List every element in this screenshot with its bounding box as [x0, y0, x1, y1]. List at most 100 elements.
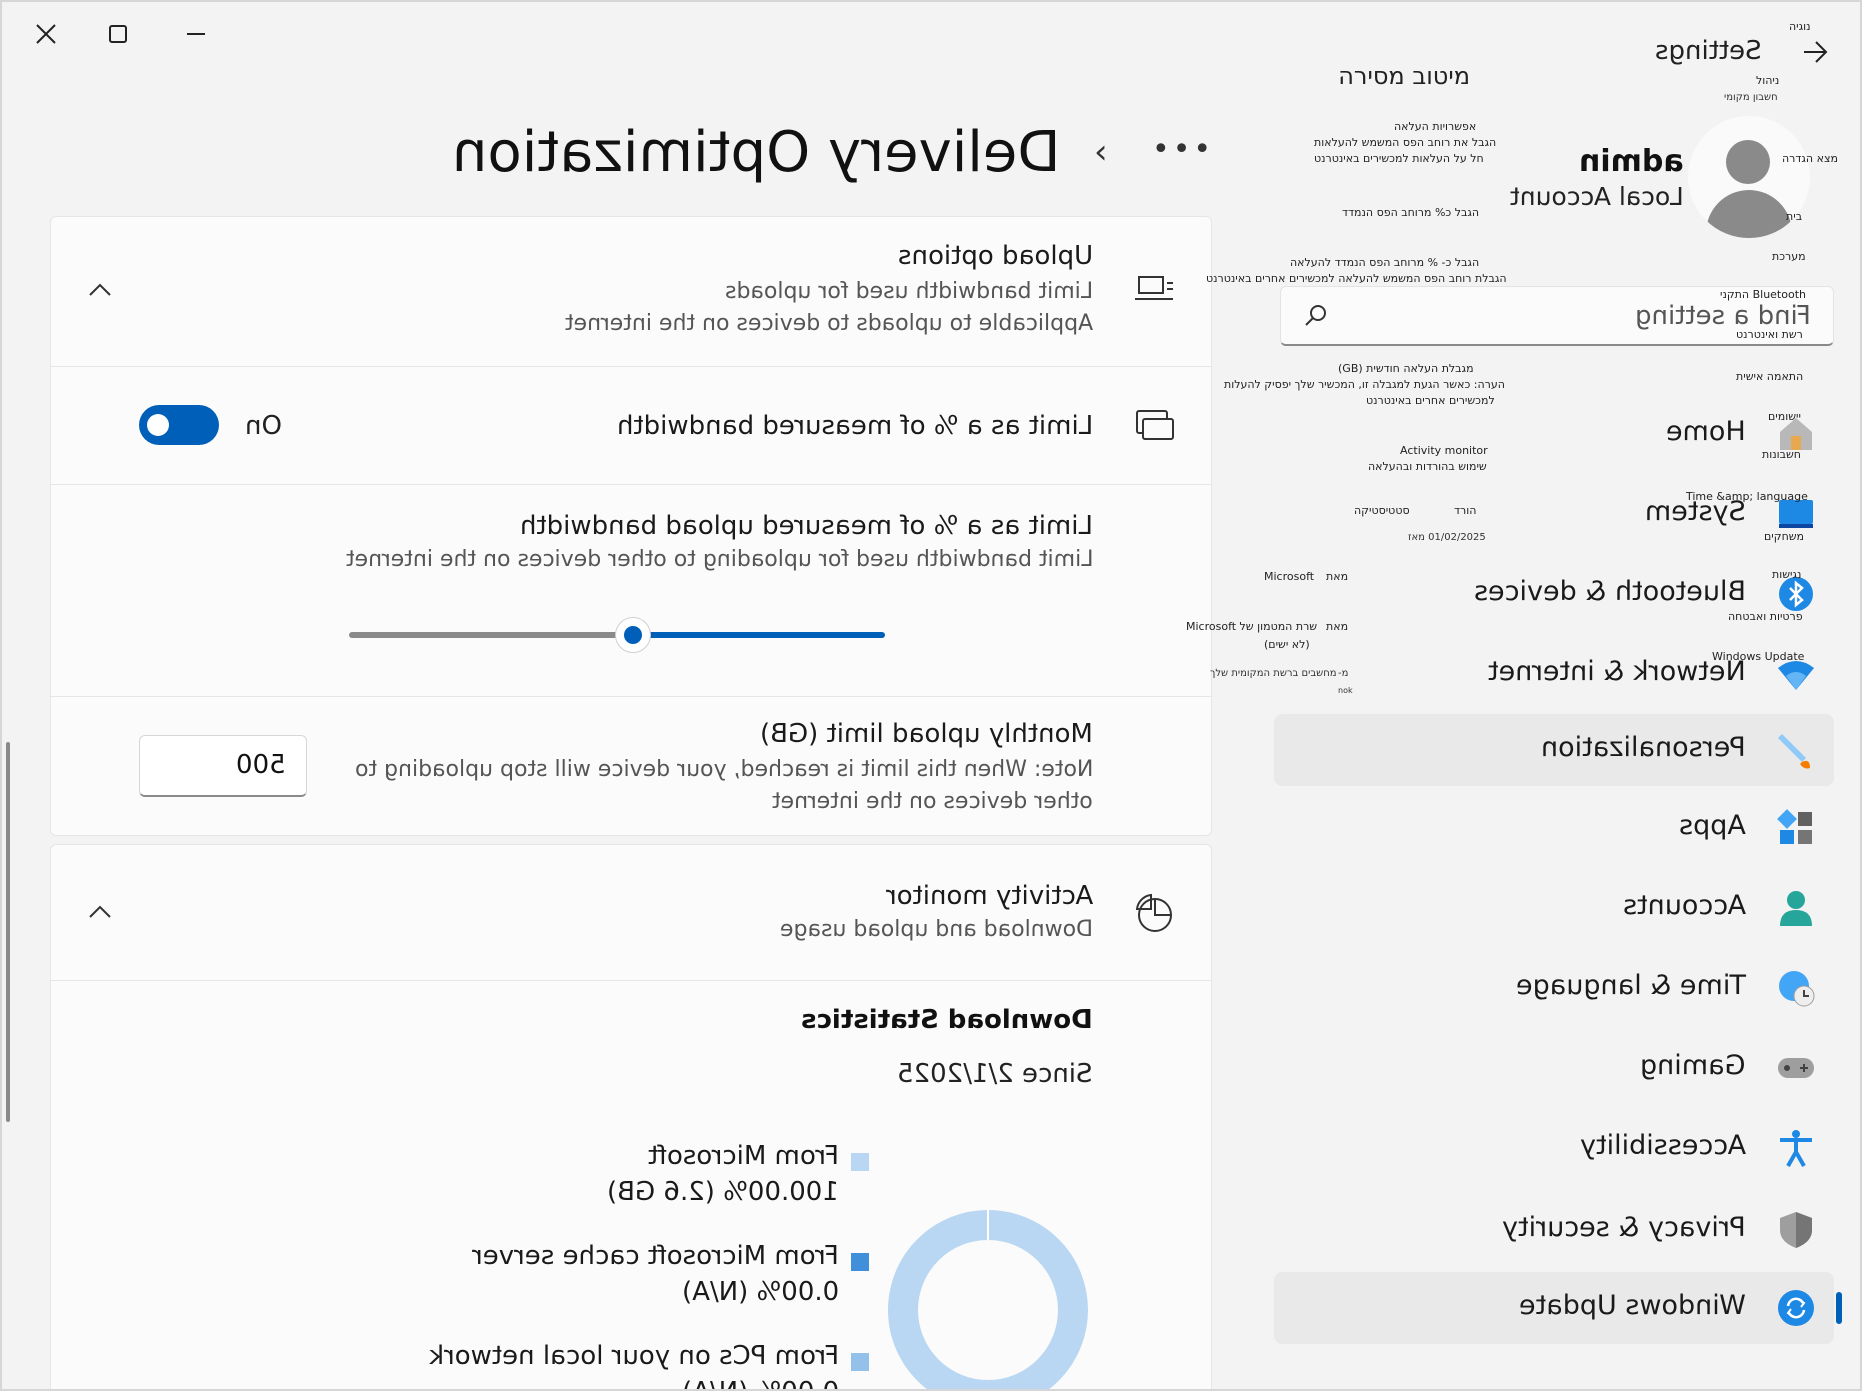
minimize-button[interactable] [166, 12, 226, 56]
accounts-icon [1776, 888, 1816, 928]
breadcrumb-chevron-icon: ‹ [1094, 132, 1108, 172]
user-account-type: Local Account [1510, 182, 1684, 211]
hebrew-na: (לא ישים) [1264, 638, 1310, 651]
sidebar-item-label: Time & language [1515, 970, 1746, 1001]
hebrew-monthly-3: למכשירים אחרים באינטרנט [1366, 394, 1495, 407]
sidebar-item-label: Apps [1679, 810, 1746, 841]
sidebar-item-label: Privacy & security [1502, 1212, 1746, 1243]
sidebar-item-accessibility[interactable]: Accessibility [1274, 1112, 1834, 1184]
user-name: admin [1579, 144, 1684, 179]
hebrew-gaming: משחקים [1764, 530, 1805, 543]
legend-title: From Microsoft cache server [472, 1241, 839, 1271]
close-button[interactable] [16, 12, 76, 56]
sidebar-item-accounts[interactable]: Accounts [1274, 872, 1834, 944]
activity-monitor-card: Activity monitor Download and upload usa… [50, 844, 1212, 1389]
statistics-since: Since 2/1/2025 [897, 1059, 1093, 1089]
hebrew-windows-update: Windows Update [1712, 650, 1805, 663]
hebrew-nok: nok [1338, 686, 1353, 695]
hebrew-upload-options-sub2: חל על העלאות למכשירים באינטרנט [1314, 152, 1484, 165]
hebrew-system: מערכת [1772, 250, 1806, 263]
active-indicator [1836, 1292, 1842, 1324]
pie-chart-icon [1135, 893, 1172, 932]
hebrew-find-setting: מצא הגדרה [1782, 152, 1838, 165]
toggle-state-label: On [245, 411, 282, 441]
search-icon [1305, 305, 1326, 326]
sidebar-item-label: Windows Update [1519, 1290, 1746, 1321]
legend-swatch [851, 1353, 869, 1371]
hebrew-activity-1: Activity monitor [1400, 444, 1488, 457]
hebrew-back-hint: נוגיה [1789, 20, 1811, 33]
sidebar-item-windows-update[interactable]: Windows Update [1274, 1272, 1842, 1344]
legend-title: From PCs on your local network [428, 1341, 839, 1371]
maximize-button[interactable] [88, 12, 148, 56]
hebrew-accessibility: נגישות [1772, 568, 1802, 581]
upload-options-card: Upload options Limit bandwidth used for … [50, 216, 1212, 836]
monthly-limit-input[interactable]: 500 [139, 735, 307, 797]
accessibility-icon [1776, 1128, 1816, 1168]
minimize-icon [187, 33, 205, 35]
slider-thumb[interactable] [615, 617, 652, 653]
sidebar-item-home[interactable]: Home [1274, 398, 1834, 470]
hebrew-apps: יישומים [1768, 410, 1801, 423]
chevron-up-icon[interactable] [85, 897, 115, 927]
hebrew-manage: ניהול [1756, 74, 1780, 87]
hebrew-local-account: חשבון מקומי [1724, 92, 1778, 103]
limit-percent-toggle[interactable] [139, 405, 219, 445]
hebrew-from-label-1: מאת [1326, 570, 1349, 583]
sidebar-item-apps[interactable]: Apps [1274, 792, 1834, 864]
upload-options-header[interactable]: Upload options Limit bandwidth used for … [51, 217, 1211, 367]
legend-value: 0.00% (N/A) [681, 1277, 839, 1307]
hebrew-upload-options-sub1: הגבל את רוחב הפס המשמש להעלאות [1314, 136, 1497, 149]
apps-icon [1776, 808, 1816, 848]
upload-icon [1135, 276, 1173, 300]
activity-monitor-header[interactable]: Activity monitor Download and upload usa… [51, 845, 1211, 981]
legend-value: 0.00% (N/A) [682, 1377, 839, 1389]
breadcrumb-hebrew: מיטוב מסירה [1338, 62, 1470, 90]
download-statistics-title: Download Statistics [801, 1005, 1093, 1035]
page-title: Delivery Optimization [451, 120, 1060, 185]
settings-window: Settings admin Local Account Find a sett… [0, 0, 1862, 1391]
hebrew-personalization: התאמה אישית [1736, 370, 1804, 383]
maximize-icon [109, 25, 127, 43]
hebrew-upload-options: אפשרויות העלאה [1394, 120, 1477, 133]
sidebar-item-gaming[interactable]: Gaming [1274, 1032, 1834, 1104]
brush-icon [1776, 730, 1816, 770]
sidebar-item-label: Gaming [1640, 1050, 1746, 1081]
update-icon [1776, 1288, 1816, 1328]
upload-bandwidth-slider[interactable] [349, 615, 885, 655]
scrollbar[interactable] [6, 742, 10, 1122]
hebrew-download: הורד [1454, 504, 1477, 517]
hebrew-from-pcs: מחשבים ברשת המקומית שלך [1210, 668, 1337, 679]
more-options-button[interactable]: ••• [1152, 132, 1214, 167]
hebrew-since: 01/02/2025 מאז [1408, 532, 1486, 543]
sidebar-item-label: Network & internet [1488, 656, 1746, 687]
donut-slice [888, 1210, 1088, 1389]
monthly-limit-row: Monthly upload limit (GB) Note: When thi… [51, 697, 1211, 837]
legend-swatch [851, 1153, 869, 1171]
hebrew-limit-upload-2: הגבלת רוחב הפס המשמש להעלאה למכשירים אחר… [1206, 272, 1507, 285]
hebrew-bluetooth: Bluetooth התקני [1720, 288, 1806, 301]
sidebar-item-label: Accessibility [1579, 1130, 1746, 1161]
hebrew-from-microsoft: Microsoft [1264, 570, 1315, 583]
sidebar-item-label: Bluetooth & devices [1473, 576, 1746, 607]
sidebar-item-privacy-security[interactable]: Privacy & security [1274, 1194, 1834, 1266]
globe-clock-icon [1776, 968, 1816, 1008]
sidebar-item-personalization[interactable]: Personalization [1274, 714, 1834, 786]
chevron-up-icon[interactable] [85, 275, 115, 305]
download-donut-chart [888, 1210, 1088, 1389]
limit-percent-row: Limit as a % of measured bandwidth On [51, 367, 1211, 485]
upload-bandwidth-row: Limit as a % of measured upload bandwidt… [51, 485, 1211, 697]
sidebar-item-label: Personalization [1541, 732, 1746, 763]
sidebar-item-time-language[interactable]: Time & language [1274, 952, 1834, 1024]
legend-title: From Microsoft [647, 1141, 839, 1171]
hebrew-limit-percent: הגבל כ% מרוחב הפס הנמדד [1342, 206, 1480, 219]
gamepad-icon [1776, 1048, 1816, 1088]
devices-icon [1136, 410, 1174, 440]
hebrew-home: בית [1786, 210, 1803, 223]
legend-value: 100.00% (2.6 GB) [607, 1177, 839, 1207]
search-placeholder: Find a setting [1635, 301, 1811, 331]
hebrew-from-label-2: מאת [1326, 620, 1349, 633]
sidebar-item-network-internet[interactable]: Network & internet [1274, 638, 1834, 710]
legend-swatch [851, 1253, 869, 1271]
hebrew-statistics: סטטיסטיקה [1354, 504, 1410, 517]
